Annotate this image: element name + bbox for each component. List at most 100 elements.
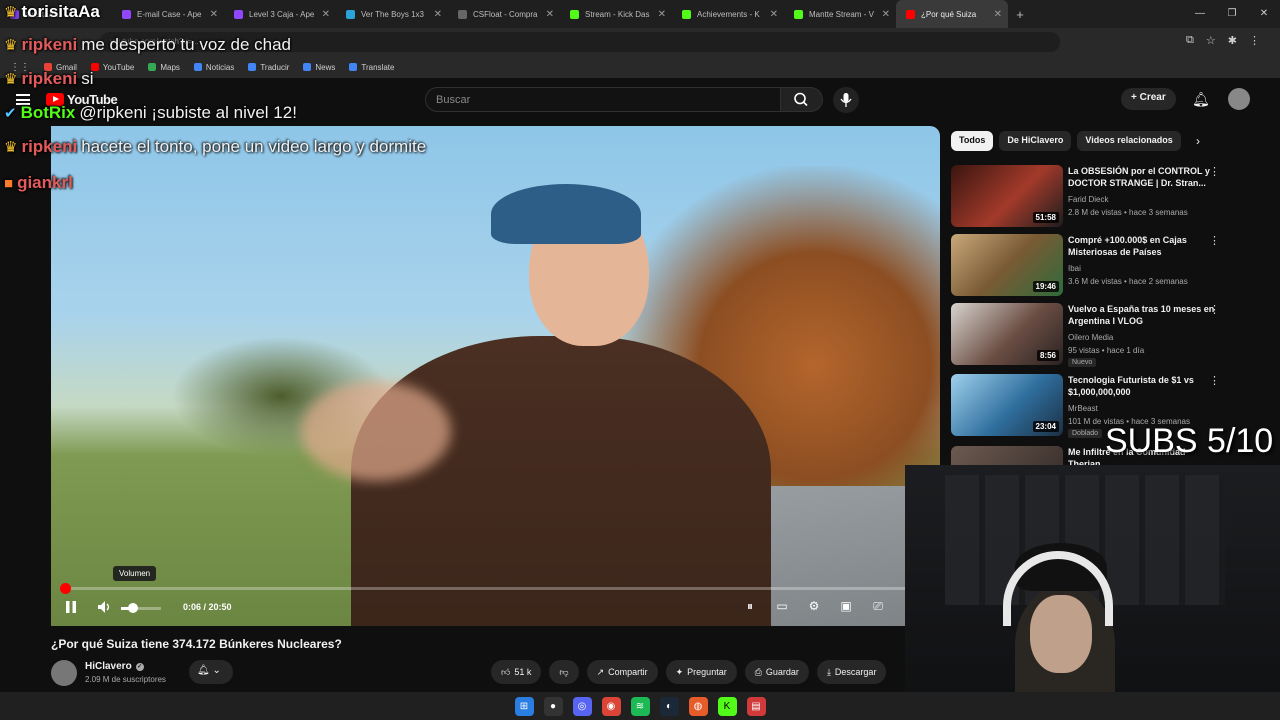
close-tab-icon[interactable]: ✕ bbox=[658, 9, 666, 20]
chip-todos[interactable]: Todos bbox=[951, 131, 994, 151]
video-progress-bar[interactable] bbox=[60, 583, 921, 594]
menu-icon[interactable]: ⋮ bbox=[1249, 34, 1260, 47]
bookmark-label: YouTube bbox=[102, 62, 135, 72]
video-thumbnail[interactable]: 19:46 bbox=[951, 234, 1063, 296]
ask-button[interactable]: ✦ Preguntar bbox=[665, 660, 737, 684]
bookmark-item[interactable]: Traducir bbox=[248, 63, 289, 72]
video-thumbnail[interactable]: 51:58 bbox=[951, 165, 1063, 227]
thumbs-up-icon: 👍︎ bbox=[501, 666, 511, 677]
browser-tab[interactable]: Ver The Boys 1x3 ✕ bbox=[336, 0, 448, 28]
bookmark-star-icon[interactable]: ☆ bbox=[1206, 34, 1216, 47]
pause-button[interactable] bbox=[65, 600, 77, 617]
tab-label: Ver The Boys 1x3 bbox=[361, 9, 424, 19]
close-tab-icon[interactable]: ✕ bbox=[434, 9, 442, 20]
video-scene-person bbox=[351, 336, 771, 626]
recommendation-title[interactable]: Compré +100.000$ en Cajas Misteriosas de… bbox=[1068, 234, 1218, 258]
install-app-icon[interactable]: ⧉ bbox=[1186, 34, 1194, 47]
minimize-icon[interactable]: — bbox=[1184, 0, 1216, 28]
cast-icon[interactable]: ⎚ bbox=[869, 599, 887, 614]
progress-scrubber[interactable] bbox=[60, 583, 72, 594]
maximize-icon[interactable]: ❐ bbox=[1216, 0, 1248, 28]
volume-button[interactable] bbox=[97, 600, 113, 617]
recommendation-title[interactable]: Vuelvo a España tras 10 meses en Argenti… bbox=[1068, 303, 1218, 327]
browser-tab[interactable]: E-mail Case - Ape ✕ bbox=[112, 0, 224, 28]
download-button[interactable]: ⤓ Descargar bbox=[816, 660, 887, 684]
browser-tab[interactable]: CSFloat - Compra ✕ bbox=[448, 0, 560, 28]
recommendation-channel[interactable]: Ibai bbox=[1068, 264, 1081, 273]
recommendation-channel[interactable]: Farid Dieck bbox=[1068, 195, 1108, 204]
tab-label: E-mail Case - Ape bbox=[137, 9, 202, 19]
settings-gear-icon[interactable]: ⚙︎ bbox=[805, 599, 823, 614]
channel-avatar[interactable] bbox=[51, 660, 77, 686]
recommendation-item[interactable]: 19:46 Compré +100.000$ en Cajas Misterio… bbox=[951, 234, 1231, 296]
browser-tab[interactable]: Level 3 Caja - Ape ✕ bbox=[224, 0, 336, 28]
volume-handle[interactable] bbox=[128, 603, 138, 613]
miniplayer-icon[interactable]: ▣ bbox=[837, 599, 855, 614]
search-input[interactable]: Buscar bbox=[425, 87, 781, 112]
close-tab-icon[interactable]: ✕ bbox=[882, 9, 890, 20]
close-tab-icon[interactable]: ✕ bbox=[994, 9, 1002, 20]
recommendation-channel[interactable]: MrBeast bbox=[1068, 404, 1098, 413]
close-tab-icon[interactable]: ✕ bbox=[770, 9, 778, 20]
badge-icon: ♛ bbox=[4, 4, 18, 21]
extensions-icon[interactable]: ✱ bbox=[1228, 34, 1237, 47]
discord-icon[interactable]: ◎ bbox=[572, 696, 592, 716]
video-player[interactable]: Volumen 0:06 / 20:50 ⏸︎ ▭ ⚙︎ ▣ ⎚ bbox=[51, 126, 940, 626]
chip-related[interactable]: Videos relacionados bbox=[1077, 131, 1181, 151]
voice-search-button[interactable] bbox=[833, 87, 859, 113]
recommendation-title[interactable]: La OBSESIÓN por el CONTROL y DOCTOR STRA… bbox=[1068, 165, 1218, 189]
like-button[interactable]: 👍︎ 51 k bbox=[491, 660, 542, 684]
video-thumbnail[interactable]: 8:56 bbox=[951, 303, 1063, 365]
bookmark-item[interactable]: News bbox=[303, 63, 335, 72]
screen: torisitaAa: E-mail Case - Ape ✕ Level 3 C… bbox=[0, 0, 1280, 720]
recommendation-item[interactable]: 8:56 Vuelvo a España tras 10 meses en Ar… bbox=[951, 303, 1231, 367]
search-button[interactable] bbox=[781, 87, 823, 112]
chrome-icon[interactable]: ◉ bbox=[601, 696, 621, 716]
bookmark-item[interactable]: Translate bbox=[349, 63, 394, 72]
subs-goal-counter: SUBS 5/10 bbox=[1105, 422, 1274, 460]
more-options-icon[interactable]: ⋮ bbox=[1209, 234, 1220, 247]
more-options-icon[interactable]: ⋮ bbox=[1209, 303, 1220, 316]
windows-start-icon[interactable]: ⊞ bbox=[514, 696, 534, 716]
volume-slider[interactable] bbox=[121, 603, 161, 613]
translate-icon bbox=[248, 63, 257, 71]
channel-name[interactable]: HiClavero ✓ bbox=[85, 661, 144, 672]
tab-favicon-icon bbox=[794, 9, 803, 19]
bookmark-item[interactable]: Noticias bbox=[193, 63, 234, 72]
share-button[interactable]: ↗ Compartir bbox=[586, 660, 658, 684]
close-tab-icon[interactable]: ✕ bbox=[546, 9, 554, 20]
autoplay-toggle-icon[interactable]: ⏸︎ bbox=[741, 599, 759, 614]
new-tab-button[interactable]: + bbox=[1008, 7, 1032, 22]
browser-tab-active[interactable]: ¿Por qué Suiza ✕ bbox=[896, 0, 1008, 28]
save-button[interactable]: ⎙ Guardar bbox=[744, 660, 809, 684]
bookmark-item[interactable]: Maps bbox=[148, 63, 180, 72]
dislike-button[interactable]: 👎︎ bbox=[549, 660, 579, 684]
more-options-icon[interactable]: ⋮ bbox=[1209, 165, 1220, 178]
subtitles-icon[interactable]: ▭ bbox=[773, 599, 791, 614]
chevron-right-icon[interactable]: › bbox=[1196, 134, 1200, 148]
github-icon[interactable]: ● bbox=[543, 696, 563, 716]
browser-tab[interactable]: Mantte Stream - V ✕ bbox=[784, 0, 896, 28]
browser-icon[interactable]: ◍ bbox=[688, 696, 708, 716]
tab-label: Mantte Stream - V bbox=[809, 9, 874, 19]
close-window-icon[interactable]: ✕ bbox=[1248, 0, 1280, 28]
recommendation-title[interactable]: Tecnologia Futurista de $1 vs $1,000,000… bbox=[1068, 374, 1218, 398]
notifications-bell-icon[interactable]: 🔔︎ bbox=[1192, 91, 1210, 108]
recommendation-item[interactable]: 51:58 La OBSESIÓN por el CONTROL y DOCTO… bbox=[951, 165, 1231, 227]
spotify-icon[interactable]: ≋ bbox=[630, 696, 650, 716]
recommendation-channel[interactable]: Oilero Media bbox=[1068, 333, 1113, 342]
bookmark-item[interactable]: YouTube bbox=[90, 62, 135, 72]
subscription-bell-button[interactable]: 🔔︎ ⌄ bbox=[189, 660, 233, 684]
close-tab-icon[interactable]: ✕ bbox=[210, 9, 218, 20]
create-button[interactable]: + Crear bbox=[1121, 88, 1176, 110]
avatar[interactable] bbox=[1228, 88, 1250, 110]
close-tab-icon[interactable]: ✕ bbox=[322, 9, 330, 20]
browser-tab[interactable]: Achievements - K ✕ bbox=[672, 0, 784, 28]
more-options-icon[interactable]: ⋮ bbox=[1209, 374, 1220, 387]
steam-icon[interactable]: ◐ bbox=[659, 696, 679, 716]
kick-icon[interactable]: K bbox=[717, 696, 737, 716]
app-icon[interactable]: ▤ bbox=[746, 696, 766, 716]
browser-tab[interactable]: Stream - Kick Das ✕ bbox=[560, 0, 672, 28]
video-thumbnail[interactable]: 23:04 bbox=[951, 374, 1063, 436]
chip-channel[interactable]: De HiClavero bbox=[999, 131, 1072, 151]
